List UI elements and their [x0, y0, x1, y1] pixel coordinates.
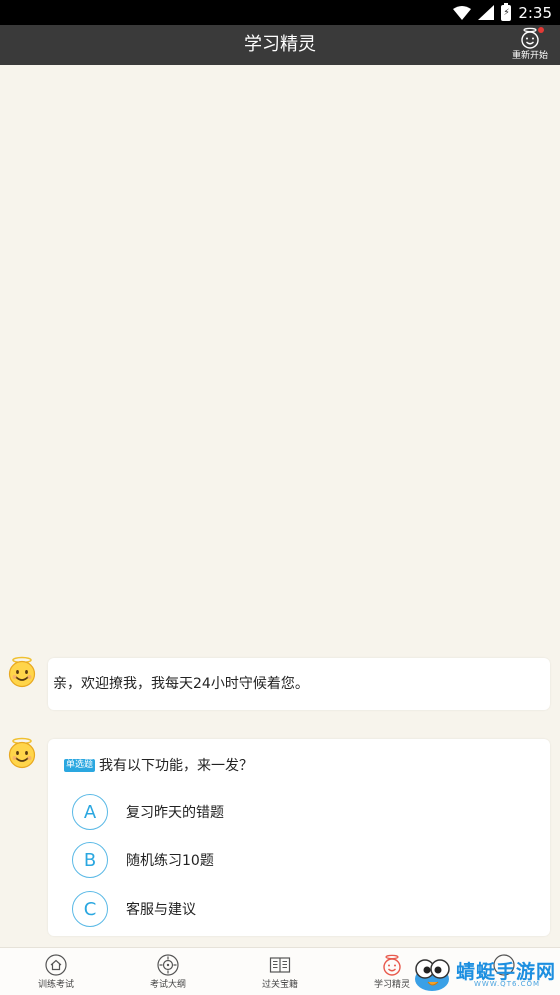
signal-icon: [478, 5, 495, 20]
option-text: 客服与建议: [126, 902, 196, 918]
nav-label: 训练考试: [37, 980, 74, 990]
chat-area[interactable]: 亲，欢迎撩我，我每天24小时守候着您。 单选题 我有以下功能，来一发？ A 复习…: [0, 65, 560, 947]
option-b[interactable]: B 随机练习10题: [72, 841, 532, 879]
restart-button[interactable]: 重新开始: [506, 25, 554, 65]
book-icon: [269, 954, 291, 976]
restart-label: 重新开始: [511, 51, 548, 61]
option-letter: B: [72, 842, 108, 878]
option-c[interactable]: C 客服与建议: [72, 890, 532, 928]
question: 单选题 我有以下功能，来一发？: [64, 755, 253, 775]
option-a[interactable]: A 复习昨天的错题: [72, 793, 532, 831]
dragonfly-logo-icon: [415, 959, 450, 991]
option-text: 随机练习10题: [126, 853, 214, 869]
watermark: 蜻蜓手游网 WWW.QT6.COM: [410, 955, 556, 993]
option-text: 复习昨天的错题: [126, 805, 224, 821]
question-card: 单选题 我有以下功能，来一发？ A 复习昨天的错题 B 随机练习10题 C 客服…: [48, 739, 550, 936]
question-type-badge: 单选题: [64, 758, 96, 772]
page-title: 学习精灵: [244, 34, 316, 55]
chat-bubble: 亲，欢迎撩我，我每天24小时守候着您。: [48, 658, 550, 710]
option-letter: A: [72, 794, 108, 830]
clock: 2:35: [518, 3, 552, 22]
status-icons: ⚡ 2:35: [453, 2, 552, 23]
question-text: 我有以下功能，来一发？: [99, 758, 254, 774]
compass-icon: [157, 954, 179, 976]
option-letter: C: [72, 891, 108, 927]
smiley-icon: [519, 27, 544, 49]
watermark-url: WWW.QT6.COM: [474, 980, 541, 988]
status-bar: ⚡ 2:35: [0, 0, 560, 25]
home-icon: [45, 954, 67, 976]
nav-label: 考试大纲: [149, 980, 186, 990]
nav-label: 过关宝籍: [261, 980, 298, 990]
bot-avatar-icon: [6, 737, 38, 769]
message-text: 亲，欢迎撩我，我每天24小时守候着您。: [53, 676, 309, 692]
nav-item-guide[interactable]: 过关宝籍: [224, 948, 336, 995]
nav-item-syllabus[interactable]: 考试大纲: [112, 948, 224, 995]
smiley-icon: [381, 954, 403, 976]
nav-item-training[interactable]: 训练考试: [0, 948, 112, 995]
bot-avatar-icon: [6, 656, 38, 688]
battery-icon: ⚡: [501, 2, 512, 21]
wifi-icon: [453, 5, 472, 20]
title-bar: 学习精灵 重新开始: [0, 25, 560, 65]
notification-dot: [538, 27, 544, 33]
